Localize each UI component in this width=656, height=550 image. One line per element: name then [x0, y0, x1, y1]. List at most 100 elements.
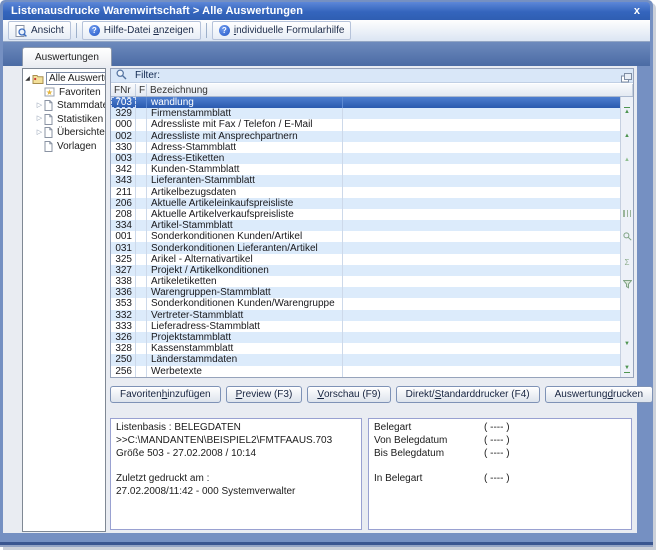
columns-icon[interactable] — [623, 204, 631, 222]
cell-empty — [343, 343, 620, 354]
collapsed-icon[interactable]: ▷ — [35, 102, 44, 110]
info-field-row — [374, 460, 626, 473]
table-row[interactable]: 002Adressliste mit Ansprechpartnern — [111, 131, 620, 142]
grid-body: 703wandlung329Firmenstammblatt000Adressl… — [111, 97, 633, 377]
column-header-f[interactable]: F — [136, 84, 147, 96]
scroll-bottom-icon[interactable]: ▼ — [624, 356, 630, 374]
hilfe-datei-anzeigen-button[interactable]: ?Hilfe-Datei anzeigen — [82, 21, 201, 40]
list-info-panel: Listenbasis : BELEGDATEN>>C:\MANDANTEN\B… — [110, 418, 362, 530]
favoriten-hinzufuegen-button[interactable]: Favoriten hinzufügen — [110, 386, 221, 403]
auswertung-drucken-button[interactable]: Auswertung drucken — [545, 386, 653, 403]
table-row[interactable]: 001Sonderkonditionen Kunden/Artikel — [111, 231, 620, 242]
cell-bezeichnung: Kunden-Stammblatt — [147, 164, 343, 175]
table-row[interactable]: 326Projektstammblatt — [111, 332, 620, 343]
table-row[interactable]: 353Sonderkonditionen Kunden/Warengruppe — [111, 298, 620, 309]
table-row[interactable]: 256Werbetexte — [111, 366, 620, 377]
table-row[interactable]: 333Lieferadress-Stammblatt — [111, 321, 620, 332]
cell-empty — [343, 298, 620, 309]
tree-item[interactable]: Vorlagen — [23, 140, 105, 154]
row-up-icon[interactable]: ▲ — [624, 124, 630, 142]
toolbar-button-label: individuelle Formularhilfe — [234, 25, 345, 36]
tab-auswertungen[interactable]: Auswertungen — [22, 47, 112, 66]
table-row[interactable]: 208Aktuelle Artikelverkaufspreisliste — [111, 209, 620, 220]
grid-rows: 703wandlung329Firmenstammblatt000Adressl… — [111, 97, 620, 377]
cell-bezeichnung: Adress-Stammblatt — [147, 142, 343, 153]
table-row[interactable]: 342 Kunden-Stammblatt — [111, 164, 620, 175]
info-field-label: In Belegart — [374, 473, 484, 486]
table-row[interactable]: 325Arikel - Alternativartikel — [111, 254, 620, 265]
info-field-label: Von Belegdatum — [374, 435, 484, 448]
reports-folder-icon — [32, 74, 44, 84]
cell-empty — [343, 142, 620, 153]
table-row[interactable]: 206Aktuelle Artikeleinkaufspreisliste — [111, 198, 620, 209]
page-icon — [44, 100, 53, 111]
tree-item[interactable]: ◢Alle Auswertungen — [23, 72, 105, 86]
direkt-standarddrucker-button[interactable]: Direkt/Standarddrucker (F4) — [396, 386, 540, 403]
preview-icon — [15, 25, 27, 37]
cell-flag — [136, 108, 147, 119]
cell-empty — [343, 209, 620, 220]
cell-flag — [136, 131, 147, 142]
cell-bezeichnung: Länderstammdaten — [147, 354, 343, 365]
page-icon — [44, 100, 53, 111]
cell-flag — [136, 153, 147, 164]
table-row[interactable]: 703wandlung — [111, 97, 620, 108]
column-header-bezeichnung[interactable]: Bezeichnung — [147, 84, 633, 96]
column-chooser-icon[interactable] — [621, 70, 632, 88]
table-row[interactable]: 003Adress-Etiketten — [111, 153, 620, 164]
page-up-icon[interactable]: ▲ — [624, 148, 630, 166]
tree-item[interactable]: ▷Übersichten — [23, 126, 105, 140]
sum-icon[interactable]: Σ — [625, 252, 630, 270]
cell-flag — [136, 332, 147, 343]
column-header-fnr[interactable]: FNr — [111, 84, 136, 96]
cell-flag — [136, 354, 147, 365]
info-field-row: In Belegart( ---- ) — [374, 473, 626, 486]
info-field-value: ( ---- ) — [484, 422, 510, 435]
help-icon: ? — [89, 25, 100, 36]
table-row[interactable]: 250Länderstammdaten — [111, 354, 620, 365]
cell-flag — [136, 164, 147, 175]
table-row[interactable]: 329Firmenstammblatt — [111, 108, 620, 119]
cell-fnr: 206 — [111, 198, 136, 209]
ansicht-button[interactable]: Ansicht — [8, 21, 71, 40]
table-row[interactable]: 328Kassenstammblatt — [111, 343, 620, 354]
cell-flag — [136, 220, 147, 231]
preview-button[interactable]: Preview (F3) — [226, 386, 303, 403]
filter-row[interactable]: Filter: — [111, 69, 633, 83]
tree-item[interactable]: ★Favoriten — [23, 86, 105, 100]
vorschau-button[interactable]: Vorschau (F9) — [307, 386, 390, 403]
cell-empty — [343, 265, 620, 276]
table-row[interactable]: 343Lieferanten-Stammblatt — [111, 175, 620, 186]
cell-flag — [136, 254, 147, 265]
filter-icon[interactable] — [623, 276, 632, 294]
table-row[interactable]: 330Adress-Stammblatt — [111, 142, 620, 153]
magnifier-icon — [116, 69, 127, 83]
tab-strip: Auswertungen — [3, 42, 650, 66]
table-row[interactable]: 000Adressliste mit Fax / Telefon / E-Mai… — [111, 119, 620, 130]
row-down-icon[interactable]: ▼ — [624, 332, 630, 350]
collapsed-icon[interactable]: ▷ — [35, 115, 44, 123]
table-row[interactable]: 332Vertreter-Stammblatt — [111, 310, 620, 321]
table-row[interactable]: 334Artikel-Stammblatt — [111, 220, 620, 231]
table-row[interactable]: 327Projekt / Artikelkonditionen — [111, 265, 620, 276]
table-row[interactable]: 336Warengruppen-Stammblatt — [111, 287, 620, 298]
expanded-icon[interactable]: ◢ — [23, 75, 32, 83]
cell-empty — [343, 354, 620, 365]
cell-bezeichnung: Firmenstammblatt — [147, 108, 343, 119]
cell-fnr: 342 — [111, 164, 136, 175]
table-row[interactable]: 338Artikeletiketten — [111, 276, 620, 287]
close-button[interactable]: x — [634, 5, 650, 17]
tree-item[interactable]: ▷Statistiken — [23, 113, 105, 127]
tree-item[interactable]: ▷Stammdaten — [23, 99, 105, 113]
cell-flag — [136, 310, 147, 321]
toolbar-separator — [76, 23, 77, 38]
cell-flag — [136, 97, 147, 108]
table-row[interactable]: 211Artikelbezugsdaten — [111, 187, 620, 198]
table-row[interactable]: 031Sonderkonditionen Lieferanten/Artikel — [111, 242, 620, 253]
collapsed-icon[interactable]: ▷ — [35, 129, 44, 137]
search-icon[interactable] — [623, 228, 632, 246]
individuelle-formularhilfe-button[interactable]: ?individuelle Formularhilfe — [212, 21, 352, 40]
scroll-top-icon[interactable]: ▲ — [624, 100, 630, 118]
cell-empty — [343, 310, 620, 321]
info-field-row: Belegart( ---- ) — [374, 422, 626, 435]
